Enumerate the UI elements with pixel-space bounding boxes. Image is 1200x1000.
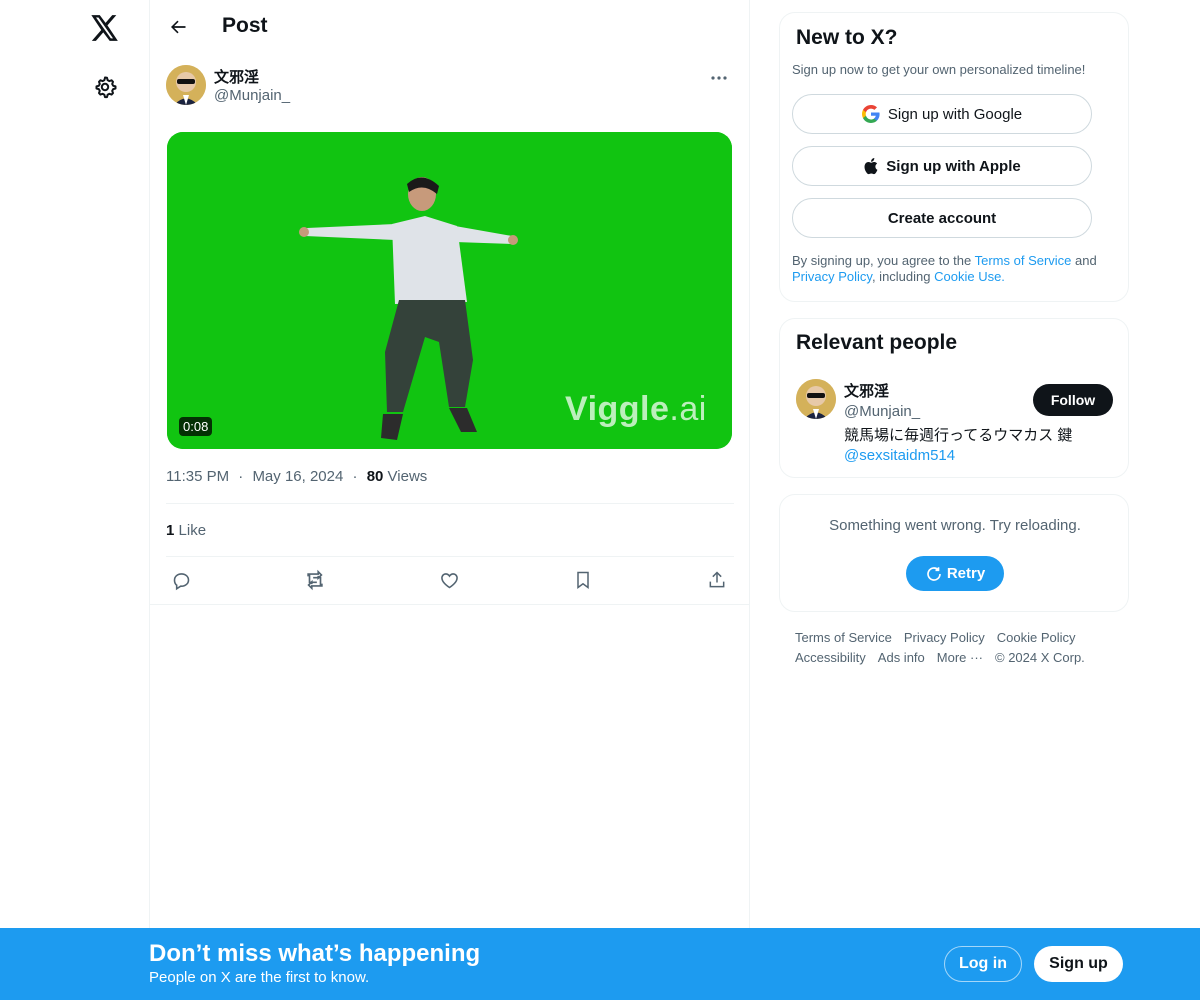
avatar[interactable] [796,379,836,419]
main-column: Post 文邪淫 @Munjain_ Viggle.ai 0:08 11:35 … [149,0,750,1000]
signup-google-button[interactable]: Sign up with Google [792,94,1092,134]
x-logo-icon[interactable] [85,8,125,48]
login-button[interactable]: Log in [944,946,1022,982]
cookie-link[interactable]: Cookie Use. [934,269,1005,284]
arrow-left-icon[interactable] [162,11,194,43]
bottom-bar-subtitle: People on X are the first to know. [149,969,370,986]
post-actions [166,566,734,594]
post-header: Post [150,0,750,54]
privacy-link[interactable]: Privacy Policy [792,269,872,284]
left-nav [0,0,150,1000]
signup-legal-text: By signing up, you agree to the Terms of… [792,253,1097,284]
footer-privacy-link[interactable]: Privacy Policy [904,630,985,645]
author-handle[interactable]: @Munjain_ [214,87,290,104]
person-name[interactable]: 文邪淫 [844,380,889,401]
divider [150,604,750,605]
like-icon[interactable] [435,566,463,594]
google-icon [861,105,880,123]
more-dots-icon[interactable] [704,66,734,90]
post-date[interactable]: May 16, 2024 [252,468,343,485]
watermark: Viggle.ai [565,390,707,428]
author-name[interactable]: 文邪淫 [214,66,259,87]
bottom-bar-title: Don’t miss what’s happening [149,940,481,967]
person-handle[interactable]: @Munjain_ [844,403,920,420]
signup-card-subtitle: Sign up now to get your own personalized… [792,62,1086,77]
page-title: Post [222,14,268,37]
likes-link[interactable]: 1 Like [166,522,206,539]
relevant-people-title: Relevant people [796,331,958,354]
gear-icon[interactable] [85,67,125,107]
video-duration: 0:08 [179,417,213,436]
footer-links: Terms of Service Privacy Policy Cookie Pol… [795,628,1125,668]
avatar[interactable] [166,65,206,105]
terms-link[interactable]: Terms of Service [975,253,1072,268]
divider [166,556,734,557]
signup-card: New to X? Sign up now to get your own pe… [779,12,1129,302]
footer-cookie-link[interactable]: Cookie Policy [997,630,1076,645]
signup-apple-button[interactable]: Sign up with Apple [792,146,1092,186]
signup-button[interactable]: Sign up [1034,946,1123,982]
bottom-signup-bar: Don’t miss what’s happening People on X … [0,928,1200,1000]
footer-accessibility-link[interactable]: Accessibility [795,650,866,665]
bio-mention-link[interactable]: @sexsitaidm514 [844,446,1114,466]
post-meta: 11:35 PM · May 16, 2024 · 80 Views [166,468,428,485]
divider [166,503,734,504]
post-time[interactable]: 11:35 PM [166,468,229,485]
views-count: 80 [366,468,384,485]
error-message: Something went wrong. Try reloading. [829,517,1081,534]
likes-count: 1 [166,522,175,539]
likes-label: Like [178,522,207,539]
footer-ads-link[interactable]: Ads info [878,650,925,665]
post-author: 文邪淫 @Munjain_ [166,64,734,108]
signup-card-title: New to X? [796,26,898,49]
watermark-v-icon: V [565,390,588,428]
repost-icon[interactable] [301,566,329,594]
relevant-people-card: Relevant people 文邪淫 @Munjain_ Follow 競馬場… [779,318,1129,478]
footer-copyright: © 2024 X Corp. [995,650,1085,665]
footer-more-link[interactable]: More ··· [937,650,983,665]
footer-terms-link[interactable]: Terms of Service [795,630,892,645]
apple-icon [863,157,878,175]
video-player[interactable]: Viggle.ai 0:08 [167,132,732,449]
retry-button[interactable]: Retry [906,556,1004,591]
bookmark-icon[interactable] [569,566,597,594]
error-card: Something went wrong. Try reloading. Ret… [779,494,1129,612]
share-icon[interactable] [703,566,731,594]
create-account-button[interactable]: Create account [792,198,1092,238]
person-bio: 競馬場に毎週行ってるウマカス 鍵 @sexsitaidm514 [844,426,1114,466]
follow-button[interactable]: Follow [1033,384,1113,416]
views-label: Views [387,468,428,485]
reply-icon[interactable] [167,566,195,594]
refresh-icon [925,565,943,583]
